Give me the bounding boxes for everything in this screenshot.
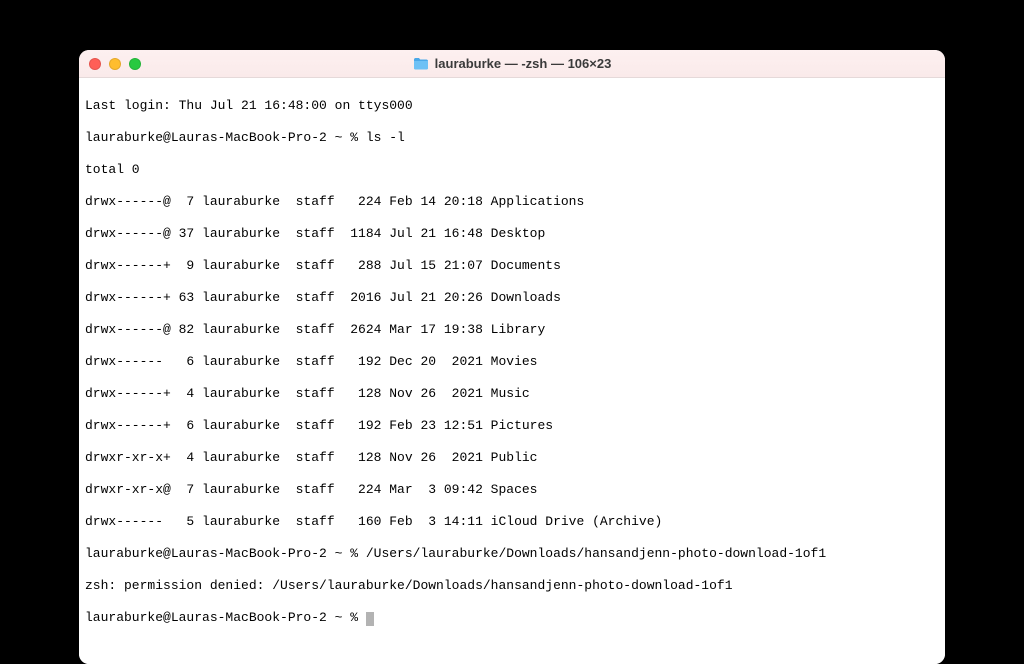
- prompt-text: lauraburke@Lauras-MacBook-Pro-2 ~ %: [85, 610, 366, 625]
- ls-row: drwx------+ 4 lauraburke staff 128 Nov 2…: [85, 386, 939, 402]
- close-button[interactable]: [89, 58, 101, 70]
- terminal-window: lauraburke — -zsh — 106×23 Last login: T…: [79, 50, 945, 664]
- traffic-lights: [89, 58, 141, 70]
- ls-row: drwx------@ 82 lauraburke staff 2624 Mar…: [85, 322, 939, 338]
- ls-row: drwx------+ 63 lauraburke staff 2016 Jul…: [85, 290, 939, 306]
- error-line: zsh: permission denied: /Users/lauraburk…: [85, 578, 939, 594]
- maximize-button[interactable]: [129, 58, 141, 70]
- ls-row: drwxr-xr-x@ 7 lauraburke staff 224 Mar 3…: [85, 482, 939, 498]
- window-title: lauraburke — -zsh — 106×23: [435, 56, 612, 71]
- minimize-button[interactable]: [109, 58, 121, 70]
- terminal-body[interactable]: Last login: Thu Jul 21 16:48:00 on ttys0…: [79, 78, 945, 664]
- ls-row: drwx------+ 9 lauraburke staff 288 Jul 1…: [85, 258, 939, 274]
- ls-row: drwx------@ 7 lauraburke staff 224 Feb 1…: [85, 194, 939, 210]
- titlebar[interactable]: lauraburke — -zsh — 106×23: [79, 50, 945, 78]
- ls-row: drwx------ 5 lauraburke staff 160 Feb 3 …: [85, 514, 939, 530]
- ls-row: drwx------+ 6 lauraburke staff 192 Feb 2…: [85, 418, 939, 434]
- ls-row: drwx------ 6 lauraburke staff 192 Dec 20…: [85, 354, 939, 370]
- last-login-line: Last login: Thu Jul 21 16:48:00 on ttys0…: [85, 98, 939, 114]
- prompt-line-3: lauraburke@Lauras-MacBook-Pro-2 ~ %: [85, 610, 939, 626]
- folder-icon: [413, 57, 429, 70]
- title-wrap: lauraburke — -zsh — 106×23: [79, 56, 945, 71]
- cursor: [366, 612, 374, 626]
- prompt-line-1: lauraburke@Lauras-MacBook-Pro-2 ~ % ls -…: [85, 130, 939, 146]
- prompt-line-2: lauraburke@Lauras-MacBook-Pro-2 ~ % /Use…: [85, 546, 939, 562]
- total-line: total 0: [85, 162, 939, 178]
- ls-row: drwx------@ 37 lauraburke staff 1184 Jul…: [85, 226, 939, 242]
- ls-row: drwxr-xr-x+ 4 lauraburke staff 128 Nov 2…: [85, 450, 939, 466]
